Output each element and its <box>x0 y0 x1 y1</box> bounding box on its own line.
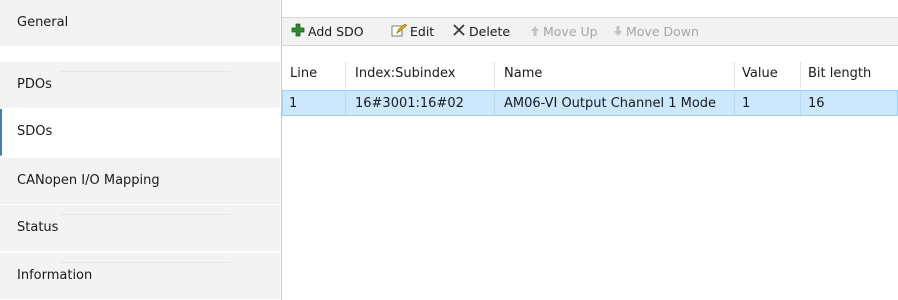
tab-information[interactable]: Information <box>0 253 280 300</box>
delete-icon <box>452 19 466 47</box>
delete-button[interactable]: Delete <box>452 18 510 46</box>
cell-name: AM06-VI Output Channel 1 Mode <box>504 96 717 111</box>
tab-divider <box>60 214 230 215</box>
column-header-name[interactable]: Name <box>504 62 542 88</box>
tab-list: General PDOs SDOs CANopen I/O Mapping St… <box>0 0 282 300</box>
add-sdo-label: Add SDO <box>308 24 364 39</box>
tab-label: SDOs <box>17 124 53 139</box>
sdo-toolbar: Add SDO Edit Delete Move Up Move Down <box>282 17 898 46</box>
tab-general[interactable]: General <box>0 0 280 47</box>
edit-icon <box>391 19 408 47</box>
column-header-value[interactable]: Value <box>742 62 778 88</box>
delete-label: Delete <box>469 24 511 39</box>
tab-label: CANopen I/O Mapping <box>17 173 160 188</box>
cell-value: 1 <box>742 96 751 111</box>
move-down-label: Move Down <box>626 24 699 39</box>
table-row[interactable]: 1 16#3001:16#02 AM06-VI Output Channel 1… <box>282 90 898 116</box>
arrow-down-icon <box>613 19 623 47</box>
column-divider[interactable] <box>734 62 735 88</box>
cell-bit-length: 16 <box>808 96 825 111</box>
arrow-up-icon <box>530 19 540 47</box>
edit-label: Edit <box>410 24 435 39</box>
tab-sdos[interactable]: SDOs <box>0 109 280 156</box>
tab-canopen-io-mapping[interactable]: CANopen I/O Mapping <box>0 158 280 205</box>
tab-label: Information <box>17 268 93 283</box>
column-header-index[interactable]: Index:Subindex <box>355 62 455 88</box>
add-icon <box>291 19 305 47</box>
column-header-line[interactable]: Line <box>290 62 317 88</box>
tab-label: Status <box>17 220 59 235</box>
tab-label: General <box>17 15 69 30</box>
column-divider[interactable] <box>345 62 346 88</box>
column-divider[interactable] <box>800 62 801 88</box>
move-down-button[interactable]: Move Down <box>613 18 699 46</box>
column-divider[interactable] <box>494 62 495 88</box>
cell-divider <box>734 91 735 115</box>
tab-label: PDOs <box>17 77 52 92</box>
cell-divider <box>494 91 495 115</box>
cell-line: 1 <box>289 96 298 111</box>
cell-divider <box>345 91 346 115</box>
tab-status[interactable]: Status <box>0 205 280 252</box>
add-sdo-button[interactable]: Add SDO <box>291 18 364 46</box>
move-up-button[interactable]: Move Up <box>530 18 598 46</box>
tab-divider <box>60 71 230 72</box>
cell-index: 16#3001:16#02 <box>355 96 464 111</box>
move-up-label: Move Up <box>543 24 598 39</box>
edit-button[interactable]: Edit <box>391 18 434 46</box>
cell-divider <box>800 91 801 115</box>
column-header-bit-length[interactable]: Bit length <box>808 62 871 88</box>
tab-pdos[interactable]: PDOs <box>0 62 280 109</box>
